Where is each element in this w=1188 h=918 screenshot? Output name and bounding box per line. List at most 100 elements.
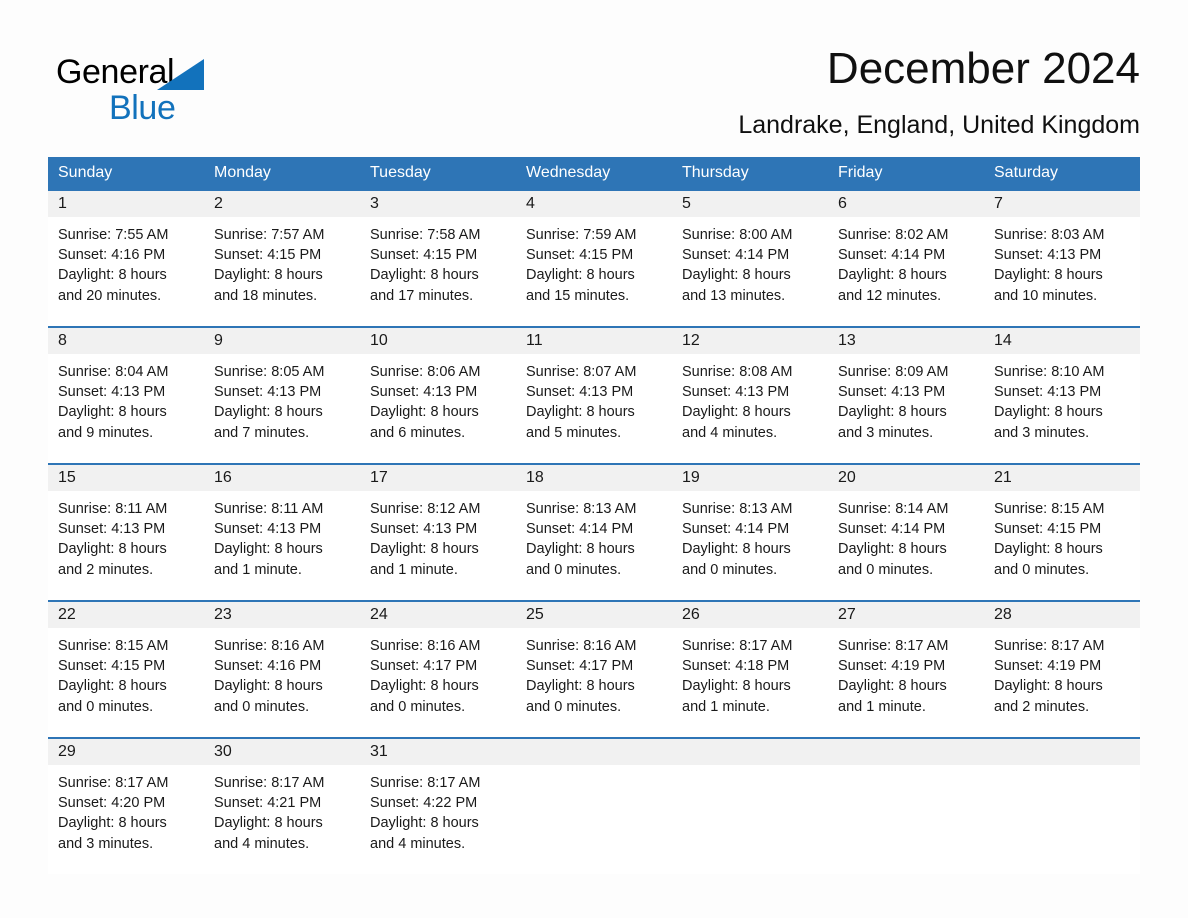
sunrise-text: Sunrise: 8:08 AM [682,364,793,380]
day-number[interactable]: 23 [204,602,360,628]
day-number[interactable]: 21 [984,465,1140,491]
day-cell[interactable]: Sunrise: 8:13 AM Sunset: 4:14 PM Dayligh… [516,491,672,600]
daylight-text-line1: Daylight: 8 hours [994,541,1103,558]
calendar-week-row: 22 23 24 25 26 27 28 Sunrise: 8:15 AM Su… [48,600,1140,737]
day-cell[interactable]: Sunrise: 8:16 AM Sunset: 4:17 PM Dayligh… [516,628,672,737]
daylight-text-line2: and 20 minutes. [58,287,162,304]
day-number[interactable]: 3 [360,191,516,217]
day-number[interactable]: 28 [984,602,1140,628]
sunrise-text: Sunrise: 8:15 AM [994,501,1105,517]
weekday-header-tuesday: Tuesday [370,164,431,181]
logo-word-blue: Blue [109,89,176,127]
sunrise-text: Sunrise: 7:59 AM [526,227,637,243]
day-number[interactable]: 8 [48,328,204,354]
day-cell[interactable]: Sunrise: 8:07 AM Sunset: 4:13 PM Dayligh… [516,354,672,463]
day-cell[interactable]: Sunrise: 8:17 AM Sunset: 4:21 PM Dayligh… [204,765,360,874]
day-number[interactable]: 20 [828,465,984,491]
sunrise-text: Sunrise: 8:10 AM [994,364,1105,380]
day-number-empty [516,739,672,765]
page-title: December 2024 [826,44,1140,93]
daylight-text-line1: Daylight: 8 hours [370,815,479,832]
day-cell[interactable]: Sunrise: 8:13 AM Sunset: 4:14 PM Dayligh… [672,491,828,600]
day-cell[interactable]: Sunrise: 7:58 AM Sunset: 4:15 PM Dayligh… [360,217,516,326]
day-cell[interactable]: Sunrise: 8:11 AM Sunset: 4:13 PM Dayligh… [204,491,360,600]
sunrise-text: Sunrise: 8:17 AM [682,638,793,654]
day-cell[interactable]: Sunrise: 8:15 AM Sunset: 4:15 PM Dayligh… [984,491,1140,600]
day-number[interactable]: 27 [828,602,984,628]
day-cell[interactable]: Sunrise: 8:03 AM Sunset: 4:13 PM Dayligh… [984,217,1140,326]
sunset-text: Sunset: 4:13 PM [682,384,790,401]
day-cell[interactable]: Sunrise: 8:17 AM Sunset: 4:20 PM Dayligh… [48,765,204,874]
day-number[interactable]: 26 [672,602,828,628]
day-number[interactable]: 1 [48,191,204,217]
daylight-text-line2: and 17 minutes. [370,287,474,304]
daylight-text-line1: Daylight: 8 hours [214,678,323,695]
day-cell[interactable]: Sunrise: 8:12 AM Sunset: 4:13 PM Dayligh… [360,491,516,600]
day-number[interactable]: 12 [672,328,828,354]
day-cell-empty [984,765,1140,874]
sunset-text: Sunset: 4:15 PM [526,247,634,264]
day-cell-empty [672,765,828,874]
sunset-text: Sunset: 4:17 PM [526,658,634,675]
day-cell[interactable]: Sunrise: 8:02 AM Sunset: 4:14 PM Dayligh… [828,217,984,326]
daylight-text-line2: and 1 minute. [838,698,926,715]
day-number[interactable]: 7 [984,191,1140,217]
day-cell[interactable]: Sunrise: 8:17 AM Sunset: 4:18 PM Dayligh… [672,628,828,737]
day-number[interactable]: 17 [360,465,516,491]
calendar-week-row: 29 30 31 Sunrise: 8:17 AM Sunset: 4:20 P… [48,737,1140,874]
day-cell[interactable]: Sunrise: 8:06 AM Sunset: 4:13 PM Dayligh… [360,354,516,463]
day-cell[interactable]: Sunrise: 8:09 AM Sunset: 4:13 PM Dayligh… [828,354,984,463]
day-number-empty [828,739,984,765]
day-cell[interactable]: Sunrise: 8:17 AM Sunset: 4:19 PM Dayligh… [828,628,984,737]
day-cell[interactable]: Sunrise: 7:55 AM Sunset: 4:16 PM Dayligh… [48,217,204,326]
daylight-text-line1: Daylight: 8 hours [994,678,1103,695]
day-number[interactable]: 29 [48,739,204,765]
generalblue-logo[interactable]: General Blue [56,52,316,132]
day-cell[interactable]: Sunrise: 8:16 AM Sunset: 4:16 PM Dayligh… [204,628,360,737]
calendar-week-row: 1 2 3 4 5 6 7 Sunrise: 7:55 AM Sunset: 4… [48,189,1140,326]
sunrise-text: Sunrise: 8:00 AM [682,227,793,243]
day-number[interactable]: 25 [516,602,672,628]
day-cell[interactable]: Sunrise: 8:08 AM Sunset: 4:13 PM Dayligh… [672,354,828,463]
day-number[interactable]: 5 [672,191,828,217]
sunrise-text: Sunrise: 8:16 AM [526,638,637,654]
day-cell[interactable]: Sunrise: 8:15 AM Sunset: 4:15 PM Dayligh… [48,628,204,737]
day-cell[interactable]: Sunrise: 8:00 AM Sunset: 4:14 PM Dayligh… [672,217,828,326]
day-number[interactable]: 4 [516,191,672,217]
sunrise-text: Sunrise: 8:15 AM [58,638,169,654]
sunrise-text: Sunrise: 8:16 AM [370,638,481,654]
daylight-text-line1: Daylight: 8 hours [838,404,947,421]
day-number[interactable]: 31 [360,739,516,765]
day-cell[interactable]: Sunrise: 7:59 AM Sunset: 4:15 PM Dayligh… [516,217,672,326]
day-number[interactable]: 16 [204,465,360,491]
day-number[interactable]: 13 [828,328,984,354]
daylight-text-line2: and 0 minutes. [682,561,778,578]
sunrise-text: Sunrise: 8:06 AM [370,364,481,380]
day-cell[interactable]: Sunrise: 8:14 AM Sunset: 4:14 PM Dayligh… [828,491,984,600]
day-cell[interactable]: Sunrise: 8:11 AM Sunset: 4:13 PM Dayligh… [48,491,204,600]
day-number[interactable]: 6 [828,191,984,217]
daylight-text-line2: and 0 minutes. [838,561,934,578]
day-number[interactable]: 9 [204,328,360,354]
day-cell[interactable]: Sunrise: 8:05 AM Sunset: 4:13 PM Dayligh… [204,354,360,463]
day-cell[interactable]: Sunrise: 8:17 AM Sunset: 4:22 PM Dayligh… [360,765,516,874]
day-number[interactable]: 19 [672,465,828,491]
day-number[interactable]: 18 [516,465,672,491]
daylight-text-line1: Daylight: 8 hours [370,678,479,695]
daylight-text-line1: Daylight: 8 hours [214,541,323,558]
day-number[interactable]: 30 [204,739,360,765]
day-number[interactable]: 24 [360,602,516,628]
daylight-text-line1: Daylight: 8 hours [838,267,947,284]
day-cell[interactable]: Sunrise: 8:10 AM Sunset: 4:13 PM Dayligh… [984,354,1140,463]
day-cell[interactable]: Sunrise: 8:04 AM Sunset: 4:13 PM Dayligh… [48,354,204,463]
sunrise-text: Sunrise: 8:13 AM [526,501,637,517]
day-cell[interactable]: Sunrise: 8:16 AM Sunset: 4:17 PM Dayligh… [360,628,516,737]
day-number[interactable]: 15 [48,465,204,491]
day-cell[interactable]: Sunrise: 7:57 AM Sunset: 4:15 PM Dayligh… [204,217,360,326]
day-cell[interactable]: Sunrise: 8:17 AM Sunset: 4:19 PM Dayligh… [984,628,1140,737]
day-number[interactable]: 10 [360,328,516,354]
day-number[interactable]: 2 [204,191,360,217]
day-number[interactable]: 14 [984,328,1140,354]
day-number[interactable]: 11 [516,328,672,354]
day-number[interactable]: 22 [48,602,204,628]
